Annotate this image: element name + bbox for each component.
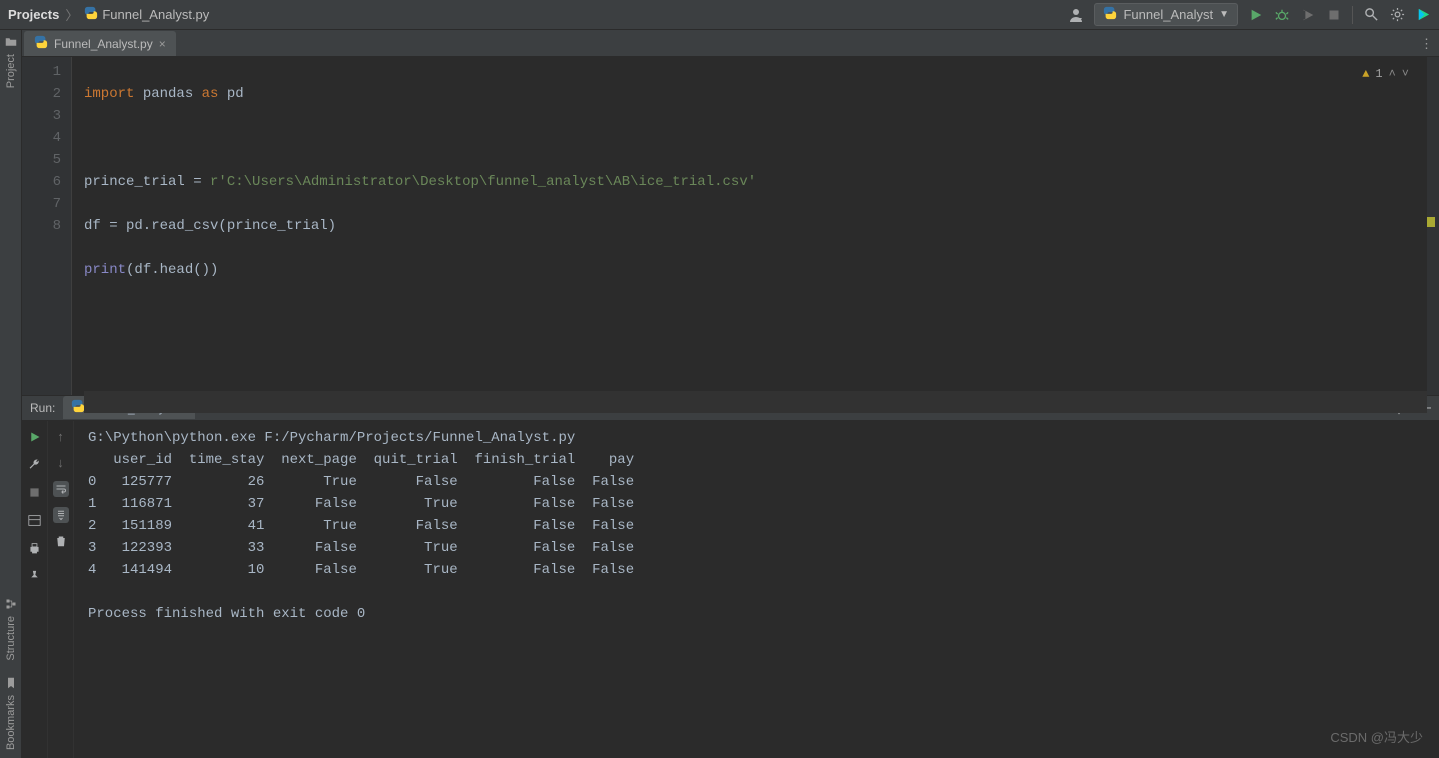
run-label: Run: [30,401,55,415]
breadcrumb-filename: Funnel_Analyst.py [102,7,209,22]
search-icon[interactable] [1363,7,1379,23]
down-arrow-icon[interactable]: ↓ [53,455,69,471]
breadcrumb: Projects 〉 Funnel_Analyst.py [8,5,209,24]
up-arrow-icon[interactable]: ↑ [53,429,69,445]
python-icon [1103,6,1117,23]
stop-button[interactable] [1326,7,1342,23]
editor-error-stripe[interactable] [1427,57,1439,395]
python-icon [84,6,98,23]
chevron-up-icon[interactable]: ˄ [1389,63,1396,85]
chevron-down-icon: ▼ [1219,9,1229,20]
structure-icon [5,598,17,613]
editor-tab[interactable]: Funnel_Analyst.py × [24,31,176,56]
caret-marker [1427,217,1435,227]
tab-menu-icon[interactable]: ⋮ [1420,36,1433,52]
close-icon[interactable]: × [159,37,166,51]
debug-button[interactable] [1274,7,1290,23]
breadcrumb-root[interactable]: Projects [8,7,59,22]
wrench-icon[interactable] [27,457,43,473]
run-tools-secondary: ↑ ↓ [48,421,74,758]
editor[interactable]: 12345678 import pandas as pd prince_tria… [22,57,1439,395]
bookmark-icon [5,677,17,692]
scroll-to-end-icon[interactable] [53,507,69,523]
warning-icon: ▲ [1362,63,1369,85]
pin-icon[interactable] [27,569,43,585]
print-icon[interactable] [27,541,43,557]
code-line: print(df.head()) [84,259,1427,281]
run-config-name: Funnel_Analyst [1123,7,1213,22]
user-icon[interactable] [1068,7,1084,23]
left-toolwindow-bar: Project Structure Bookmarks [0,30,22,758]
code-line: df = pd.read_csv(prince_trial) [84,215,1427,237]
folder-icon [5,36,17,51]
run-config-selector[interactable]: Funnel_Analyst ▼ [1094,3,1238,26]
main-column: Funnel_Analyst.py × ⋮ 12345678 import pa… [22,30,1439,758]
tool-structure[interactable]: Structure [5,598,17,661]
code-area[interactable]: import pandas as pd prince_trial = r'C:\… [72,57,1427,395]
python-icon [34,35,48,52]
tool-project[interactable]: Project [5,36,17,88]
coverage-button[interactable] [1300,7,1316,23]
trash-icon[interactable] [53,533,69,549]
layout-icon[interactable] [27,513,43,529]
warning-count: 1 [1375,63,1382,85]
code-line [84,303,1427,325]
stop-button[interactable] [27,485,43,501]
breadcrumb-sep: 〉 [65,5,78,24]
rerun-button[interactable] [27,429,43,445]
separator [1352,6,1353,24]
toolbar-right: Funnel_Analyst ▼ [1068,3,1431,26]
soft-wrap-icon[interactable] [53,481,69,497]
watermark: CSDN @冯大少 [1330,727,1423,746]
editor-tabbar: Funnel_Analyst.py × ⋮ [22,30,1439,57]
code-line: prince_trial = r'C:\Users\Administrator\… [84,171,1427,193]
tool-bookmarks[interactable]: Bookmarks [5,677,17,750]
code-line-current [84,391,1427,413]
inspections-widget[interactable]: ▲ 1 ˄ ˅ [1362,63,1409,85]
settings-icon[interactable] [1389,7,1405,23]
body-row: Project Structure Bookmarks Funnel_Analy… [0,30,1439,758]
code-line [84,347,1427,369]
gutter-line-numbers: 12345678 [22,57,72,395]
code-line [84,127,1427,149]
run-button[interactable] [1248,7,1264,23]
ide-logo-icon[interactable] [1415,7,1431,23]
code-line: import pandas as pd [84,83,1427,105]
navbar: Projects 〉 Funnel_Analyst.py Funnel_Anal… [0,0,1439,30]
breadcrumb-file[interactable]: Funnel_Analyst.py [84,6,209,23]
chevron-down-icon[interactable]: ˅ [1402,63,1409,85]
run-tools-primary [22,421,48,758]
tab-title: Funnel_Analyst.py [54,37,153,51]
